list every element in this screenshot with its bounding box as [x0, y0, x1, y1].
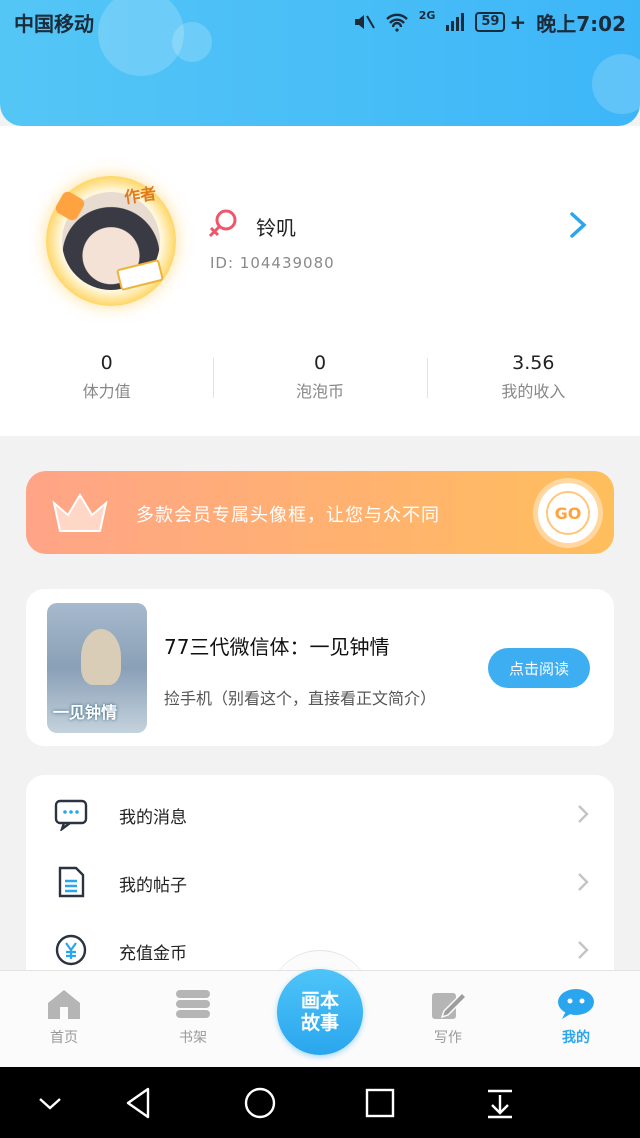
status-bar: 中国移动 2G 59 + 晚上7:02 [0, 0, 640, 44]
clock: 晚上7:02 [536, 11, 626, 36]
chevron-right-icon [578, 941, 589, 959]
tab-label: 书架 [179, 1030, 207, 1046]
charging-icon: + [509, 10, 527, 34]
stats-row: 0 体力值 0 泡泡币 3.56 我的收入 [0, 352, 640, 412]
pen-icon [432, 991, 468, 1019]
menu-label: 我的帖子 [119, 876, 187, 896]
wifi-icon [385, 13, 408, 32]
message-icon [54, 799, 88, 831]
stat-income[interactable]: 3.56 我的收入 [426, 352, 640, 412]
tab-mine[interactable]: 我的 [536, 987, 616, 1047]
vip-text: 多款会员专属头像框，让您与众不同 [136, 505, 440, 526]
tab-write[interactable]: 写作 [408, 987, 488, 1047]
coin-icon [55, 934, 87, 966]
carrier-label: 中国移动 [14, 11, 94, 36]
stat-label: 体力值 [82, 382, 131, 401]
stat-label: 我的收入 [501, 382, 566, 401]
stat-value: 0 [100, 352, 113, 374]
author-badge: 作者 [123, 183, 158, 208]
center-label-line2: 故事 [300, 1012, 339, 1034]
female-icon [208, 209, 237, 238]
stat-bubble-coins[interactable]: 0 泡泡币 [213, 352, 426, 412]
username: 铃叽 [256, 216, 296, 240]
chevron-right-icon [578, 805, 589, 823]
cover-illustration [81, 629, 121, 685]
chat-bubble-icon [558, 989, 594, 1019]
chevron-right-icon [578, 873, 589, 891]
menu-label: 充值金币 [119, 944, 187, 964]
chevron-right-icon[interactable] [566, 210, 590, 240]
document-icon [58, 866, 85, 898]
tab-label: 写作 [434, 1030, 462, 1046]
center-label-line1: 画本 [300, 990, 339, 1012]
battery-indicator: 59 [475, 12, 506, 32]
go-label: GO [546, 491, 590, 535]
cover-title: 一见钟情 [53, 703, 118, 722]
user-id: ID: 104439080 [210, 254, 335, 272]
home-icon [48, 990, 80, 1019]
back-icon[interactable] [118, 1083, 158, 1123]
menu-label: 我的消息 [119, 808, 187, 828]
stat-stamina[interactable]: 0 体力值 [0, 352, 213, 412]
profile-section: 作者 铃叽 ID: 104439080 0 体力值 0 泡泡币 3.56 我的收… [0, 126, 640, 436]
vip-banner[interactable]: 多款会员专属头像框，让您与众不同 GO [26, 471, 614, 554]
crown-icon [52, 493, 108, 532]
book-cover[interactable]: 一见钟情 [47, 603, 147, 733]
stat-value: 3.56 [512, 352, 555, 374]
system-nav-bar [0, 1067, 640, 1138]
home-circle-icon[interactable] [240, 1083, 280, 1123]
chevron-down-icon[interactable] [30, 1083, 70, 1123]
book-description: 捡手机（别看这个，直接看正文简介） [164, 689, 437, 708]
book-card[interactable]: 一见钟情 77三代微信体：一见钟情 捡手机（别看这个，直接看正文简介） 点击阅读 [26, 589, 614, 746]
mute-icon [354, 15, 375, 29]
menu-item-posts[interactable]: 我的帖子 [26, 847, 614, 915]
tab-label: 我的 [562, 1030, 590, 1046]
stat-value: 0 [313, 352, 327, 374]
stat-label: 泡泡币 [295, 382, 344, 401]
signal-icon [446, 13, 465, 31]
bookshelf-icon [176, 990, 210, 1018]
read-button[interactable]: 点击阅读 [488, 648, 590, 688]
menu-item-messages[interactable]: 我的消息 [26, 779, 614, 847]
recents-icon[interactable] [360, 1083, 400, 1123]
create-story-button[interactable]: 画本 故事 [277, 969, 363, 1055]
tab-home[interactable]: 首页 [24, 987, 104, 1047]
network-type: 2G [418, 8, 436, 22]
avatar-frame[interactable]: 作者 [46, 176, 176, 306]
book-title[interactable]: 77三代微信体：一见钟情 [164, 631, 389, 660]
notification-pull-icon[interactable] [480, 1083, 520, 1123]
tab-bookshelf[interactable]: 书架 [153, 987, 233, 1047]
tab-label: 首页 [50, 1030, 78, 1046]
go-button[interactable]: GO [538, 483, 598, 543]
